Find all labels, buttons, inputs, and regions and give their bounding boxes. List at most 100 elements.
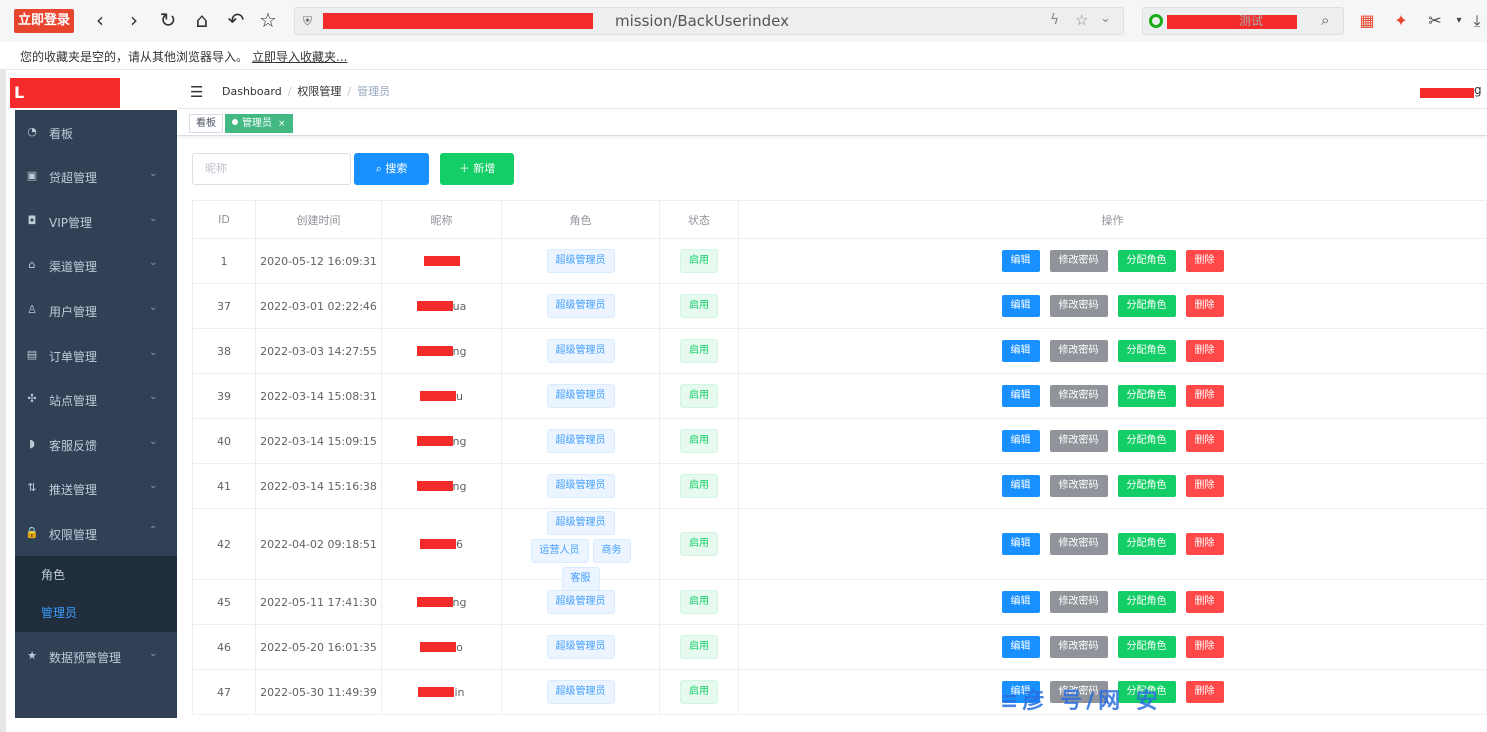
delete-button[interactable]: 删除: [1185, 475, 1224, 497]
tag-admin[interactable]: 管理员 ×: [225, 114, 293, 133]
sidebar-sub-roles[interactable]: 角色: [15, 556, 177, 594]
close-icon[interactable]: ×: [278, 119, 286, 129]
edit-button[interactable]: 编辑: [1001, 250, 1040, 272]
edit-button[interactable]: 编辑: [1001, 591, 1040, 613]
edit-button[interactable]: 编辑: [1001, 385, 1040, 407]
apps-icon[interactable]: ▦: [1356, 10, 1378, 32]
download-icon[interactable]: ⤓: [1466, 10, 1487, 32]
table-row: 40 2022-03-14 15:09:15 ng 超级管理员 启用 编辑 修改密码 分配角色…: [192, 419, 1487, 464]
tags-view: 看板 管理员 ×: [177, 110, 1487, 136]
change-password-button[interactable]: 修改密码: [1049, 475, 1108, 497]
cell-id: 41: [192, 464, 256, 509]
nickname-search-input[interactable]: 昵称: [192, 153, 351, 185]
change-password-button[interactable]: 修改密码: [1049, 636, 1108, 658]
import-favorites-link[interactable]: 立即导入收藏夹...: [252, 48, 347, 65]
browser-search-box[interactable]: 测试 ⌕: [1142, 7, 1344, 35]
delete-button[interactable]: 删除: [1185, 385, 1224, 407]
assign-role-button[interactable]: 分配角色: [1117, 340, 1176, 362]
sidebar-item-3[interactable]: ◘ VIP管理 ⌄: [15, 199, 177, 243]
edit-button[interactable]: 编辑: [1001, 636, 1040, 658]
edit-button[interactable]: 编辑: [1001, 295, 1040, 317]
assign-role-button[interactable]: 分配角色: [1117, 250, 1176, 272]
edit-button[interactable]: 编辑: [1001, 340, 1040, 362]
assign-role-button[interactable]: 分配角色: [1117, 475, 1176, 497]
cell-id: 46: [192, 625, 256, 670]
edit-button[interactable]: 编辑: [1001, 430, 1040, 452]
user-name[interactable]: g: [1474, 83, 1482, 97]
cell-status: 启用: [660, 329, 739, 374]
table-header-cell: 昵称: [382, 200, 502, 239]
back-icon[interactable]: ‹: [88, 8, 112, 32]
change-password-button[interactable]: 修改密码: [1049, 385, 1108, 407]
change-password-button[interactable]: 修改密码: [1049, 295, 1108, 317]
edit-button[interactable]: 编辑: [1001, 475, 1040, 497]
change-password-button[interactable]: 修改密码: [1049, 430, 1108, 452]
delete-button[interactable]: 删除: [1185, 636, 1224, 658]
chevron-down-icon[interactable]: ⌄: [1100, 11, 1111, 26]
home-icon[interactable]: ⌂: [190, 8, 214, 32]
sidebar-item-1[interactable]: ◔ 看板: [15, 110, 177, 154]
status-badge: 启用: [680, 339, 718, 363]
search-button[interactable]: ⌕ 搜索: [354, 153, 429, 185]
cell-roles: 超级管理员: [502, 625, 660, 670]
cell-created-time: 2022-05-30 11:49:39: [256, 670, 382, 715]
login-button[interactable]: 立即登录: [14, 9, 74, 33]
delete-button[interactable]: 删除: [1185, 250, 1224, 272]
add-button[interactable]: ＋ 新增: [440, 153, 514, 185]
sidebar-item-7[interactable]: ✣ 站点管理 ⌄: [15, 377, 177, 421]
delete-button[interactable]: 删除: [1185, 533, 1224, 555]
lock-icon: 🔒: [25, 526, 39, 539]
cell-created-time: 2022-03-14 15:09:15: [256, 419, 382, 464]
delete-button[interactable]: 删除: [1185, 430, 1224, 452]
sidebar-item-2[interactable]: ▣ 贷超管理 ⌄: [15, 154, 177, 198]
cell-roles: 超级管理员: [502, 329, 660, 374]
sidebar-item-10[interactable]: 🔒 权限管理 ⌃: [15, 511, 177, 555]
scissors-icon[interactable]: ✂: [1424, 10, 1446, 32]
sidebar-item-4[interactable]: ⌂ 渠道管理 ⌄: [15, 243, 177, 287]
sidebar-item-6[interactable]: ▤ 订单管理 ⌄: [15, 333, 177, 377]
sidebar-item-label: 客服反馈: [49, 439, 98, 453]
bookmark-star-icon[interactable]: ☆: [1075, 11, 1088, 29]
assign-role-button[interactable]: 分配角色: [1117, 385, 1176, 407]
assign-role-button[interactable]: 分配角色: [1117, 295, 1176, 317]
undo-icon[interactable]: ↶: [224, 8, 248, 32]
assign-role-button[interactable]: 分配角色: [1117, 636, 1176, 658]
forward-icon[interactable]: ›: [122, 8, 146, 32]
plus-icon: ＋: [458, 162, 470, 175]
bolt-icon[interactable]: ϟ: [1050, 12, 1059, 28]
assign-role-button[interactable]: 分配角色: [1117, 591, 1176, 613]
tag-admin-label: 管理员: [242, 118, 272, 129]
edit-button[interactable]: 编辑: [1001, 533, 1040, 555]
assign-role-button[interactable]: 分配角色: [1117, 533, 1176, 555]
address-bar[interactable]: ⛨ mission/BackUserindex ϟ ☆ ⌄: [294, 7, 1124, 35]
sidebar-item-label: VIP管理: [49, 216, 92, 230]
browser-toolbar: 立即登录 ‹ › ↻ ⌂ ↶ ☆ ⛨ mission/BackUserindex…: [0, 0, 1487, 42]
star-icon[interactable]: ☆: [256, 8, 280, 32]
sidebar-item-9[interactable]: ⇅ 推送管理 ⌄: [15, 466, 177, 510]
cell-actions: 编辑 修改密码 分配角色 删除: [739, 284, 1487, 329]
sidebar-item-8[interactable]: ◗ 客服反馈 ⌄: [15, 422, 177, 466]
reload-icon[interactable]: ↻: [156, 8, 180, 32]
assign-role-button[interactable]: 分配角色: [1117, 430, 1176, 452]
sidebar-item-label: 站点管理: [49, 394, 98, 408]
magnifier-icon[interactable]: ⌕: [1321, 11, 1329, 29]
tag-dashboard[interactable]: 看板: [189, 114, 223, 133]
sidebar-item-data-alert[interactable]: ★ 数据预警管理 ⌄: [15, 634, 177, 678]
sidebar-item-5[interactable]: ♙ 用户管理 ⌄: [15, 288, 177, 332]
delete-button[interactable]: 删除: [1185, 591, 1224, 613]
change-password-button[interactable]: 修改密码: [1049, 533, 1108, 555]
status-badge: 启用: [680, 590, 718, 614]
delete-button[interactable]: 删除: [1185, 681, 1224, 703]
change-password-button[interactable]: 修改密码: [1049, 340, 1108, 362]
breadcrumb-dashboard[interactable]: Dashboard: [222, 85, 282, 98]
change-password-button[interactable]: 修改密码: [1049, 250, 1108, 272]
sidebar-sub-admins[interactable]: 管理员: [15, 594, 177, 632]
status-badge: 启用: [680, 680, 718, 704]
change-password-button[interactable]: 修改密码: [1049, 591, 1108, 613]
hamburger-icon[interactable]: ☰: [190, 83, 203, 101]
delete-button[interactable]: 删除: [1185, 340, 1224, 362]
delete-button[interactable]: 删除: [1185, 295, 1224, 317]
game-icon[interactable]: ✦: [1390, 10, 1412, 32]
breadcrumb-permissions[interactable]: 权限管理: [297, 85, 341, 98]
cell-roles: 超级管理员: [502, 670, 660, 715]
